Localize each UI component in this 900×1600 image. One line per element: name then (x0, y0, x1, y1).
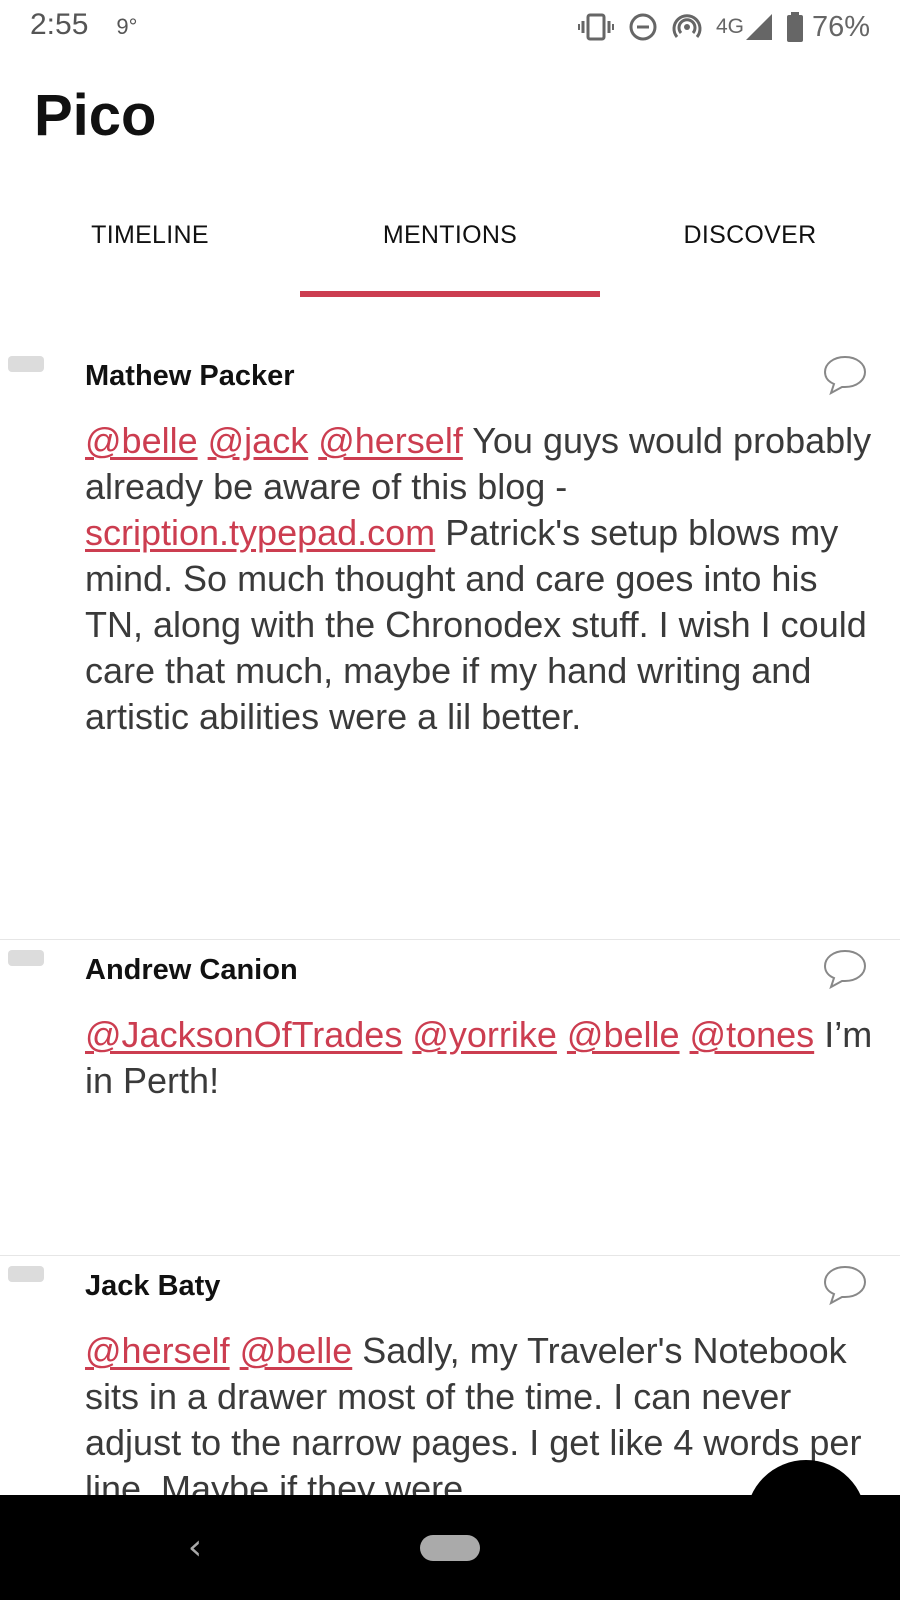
hotspot-icon (672, 12, 702, 42)
status-left: 2:55 9° (30, 8, 137, 42)
avatar[interactable] (8, 356, 44, 372)
vibrate-icon (577, 12, 614, 42)
mention-link[interactable]: @yorrike (412, 1014, 557, 1055)
status-right: 4G 76% (564, 8, 870, 46)
avatar[interactable] (8, 950, 44, 966)
tab-timeline[interactable]: TIMELINE (0, 195, 300, 275)
post-item[interactable]: Andrew Canion @JacksonOfTrades @yorrike … (0, 940, 900, 1256)
post-item[interactable]: Jack Baty @herself @belle Sadly, my Trav… (0, 1256, 900, 1495)
post-author[interactable]: Andrew Canion (85, 954, 298, 987)
post-body: @JacksonOfTrades @yorrike @belle @tones … (85, 1012, 885, 1104)
do-not-disturb-icon (628, 12, 658, 42)
post-body: @belle @jack @herself You guys would pro… (85, 418, 875, 740)
mention-link[interactable]: @herself (318, 420, 463, 461)
reply-bubble-icon[interactable] (822, 1264, 868, 1306)
reply-bubble-icon[interactable] (822, 948, 868, 990)
tab-discover[interactable]: DISCOVER (600, 195, 900, 275)
battery-icon (786, 12, 804, 42)
tab-bar: TIMELINE MENTIONS DISCOVER (0, 195, 900, 295)
mention-link[interactable]: @belle (240, 1330, 353, 1371)
status-bar: 2:55 9° 4G 76% (0, 0, 900, 56)
post-author[interactable]: Mathew Packer (85, 360, 295, 393)
mention-link[interactable]: @JacksonOfTrades (85, 1014, 402, 1055)
mention-link[interactable]: @jack (208, 420, 309, 461)
app-title: Pico (34, 83, 157, 148)
cell-signal-icon (745, 14, 772, 40)
home-pill-icon[interactable] (420, 1535, 480, 1561)
network-type: 4G (715, 15, 744, 38)
post-text: You guys would probably already be aware… (85, 420, 872, 507)
post-link[interactable]: scription.typepad.com (85, 512, 435, 553)
reply-bubble-icon[interactable] (822, 354, 868, 396)
status-time: 2:55 (30, 8, 89, 41)
post-body: @herself @belle Sadly, my Traveler's Not… (85, 1328, 875, 1495)
post-item[interactable]: Mathew Packer @belle @jack @herself You … (0, 330, 900, 940)
status-temperature: 9° (116, 14, 138, 39)
avatar[interactable] (8, 1266, 44, 1282)
mention-link[interactable]: @herself (85, 1330, 230, 1371)
mention-link[interactable]: @belle (85, 420, 198, 461)
back-icon[interactable]: ‹ (180, 1527, 210, 1568)
post-author[interactable]: Jack Baty (85, 1270, 220, 1303)
battery-percentage: 76% (811, 10, 870, 43)
tab-mentions[interactable]: MENTIONS (300, 195, 600, 275)
mention-link[interactable]: @tones (690, 1014, 815, 1055)
mentions-feed[interactable]: Mathew Packer @belle @jack @herself You … (0, 330, 900, 1495)
mention-link[interactable]: @belle (567, 1014, 680, 1055)
tab-selected-indicator (300, 291, 600, 297)
nav-bar-overlay: ‹ (0, 1495, 900, 1600)
